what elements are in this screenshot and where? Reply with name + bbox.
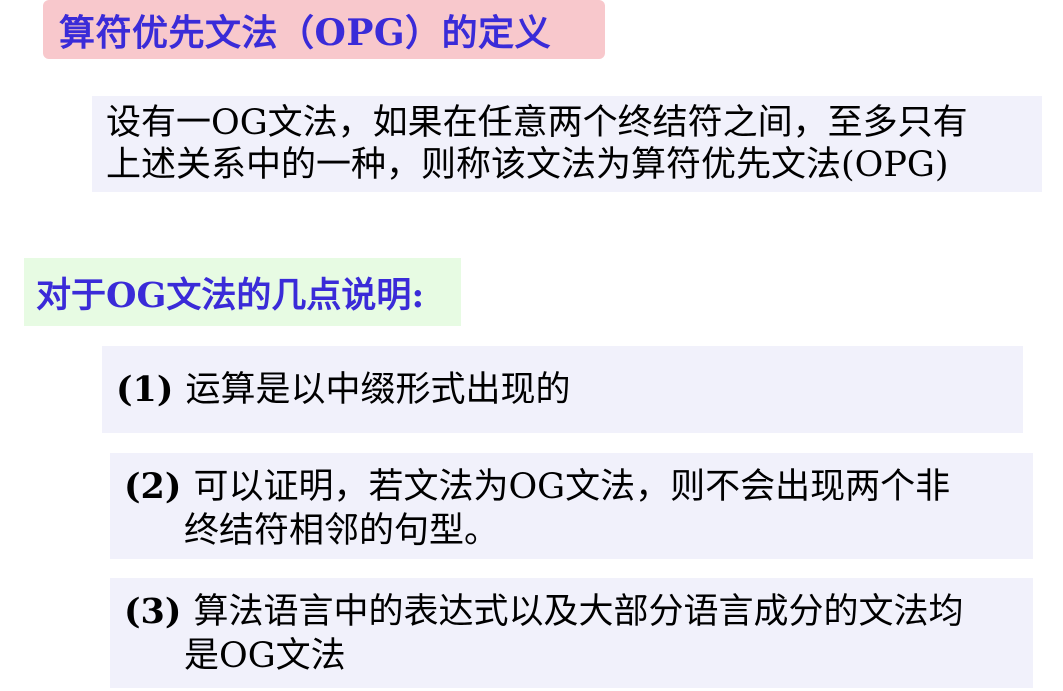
note-item-2: (2) 可以证明，若文法为OG文法，则不会出现两个非 终结符相邻的句型。 <box>110 453 1033 559</box>
note-item-3-text-1: 算法语言中的表达式以及大部分语言成分的文法均 <box>193 592 964 632</box>
note-item-1-text: 运算是以中缀形式出现的 <box>185 369 571 410</box>
note-item-2-line-2: 终结符相邻的句型。 <box>184 511 500 551</box>
definition-line-1: 设有一OG文法，如果在任意两个终结符之间，至多只有 <box>106 103 968 143</box>
note-item-1: (1) 运算是以中缀形式出现的 <box>102 346 1023 433</box>
notes-heading-panel: 对于OG文法的几点说明: <box>24 258 461 326</box>
definition-line-2: 上述关系中的一种，则称该文法为算符优先文法(OPG) <box>106 145 949 185</box>
note-item-2-number: (2) <box>124 466 182 507</box>
note-item-3-line-2: 是OG文法 <box>184 636 346 676</box>
note-item-1-line-1: (1) 运算是以中缀形式出现的 <box>116 368 571 412</box>
notes-heading: 对于OG文法的几点说明: <box>36 274 425 316</box>
definition-panel: 设有一OG文法，如果在任意两个终结符之间，至多只有 上述关系中的一种，则称该文法… <box>92 96 1042 192</box>
note-item-3-number: (3) <box>124 591 182 632</box>
title-banner: 算符优先文法（OPG）的定义 <box>43 0 605 59</box>
note-item-3: (3) 算法语言中的表达式以及大部分语言成分的文法均 是OG文法 <box>110 578 1033 688</box>
note-item-3-line-1: (3) 算法语言中的表达式以及大部分语言成分的文法均 <box>124 590 1033 634</box>
note-item-2-text-1: 可以证明，若文法为OG文法，则不会出现两个非 <box>193 467 951 507</box>
note-item-1-number: (1) <box>116 368 174 410</box>
page-title: 算符优先文法（OPG）的定义 <box>59 11 552 54</box>
note-item-2-line-1: (2) 可以证明，若文法为OG文法，则不会出现两个非 <box>124 465 1033 509</box>
